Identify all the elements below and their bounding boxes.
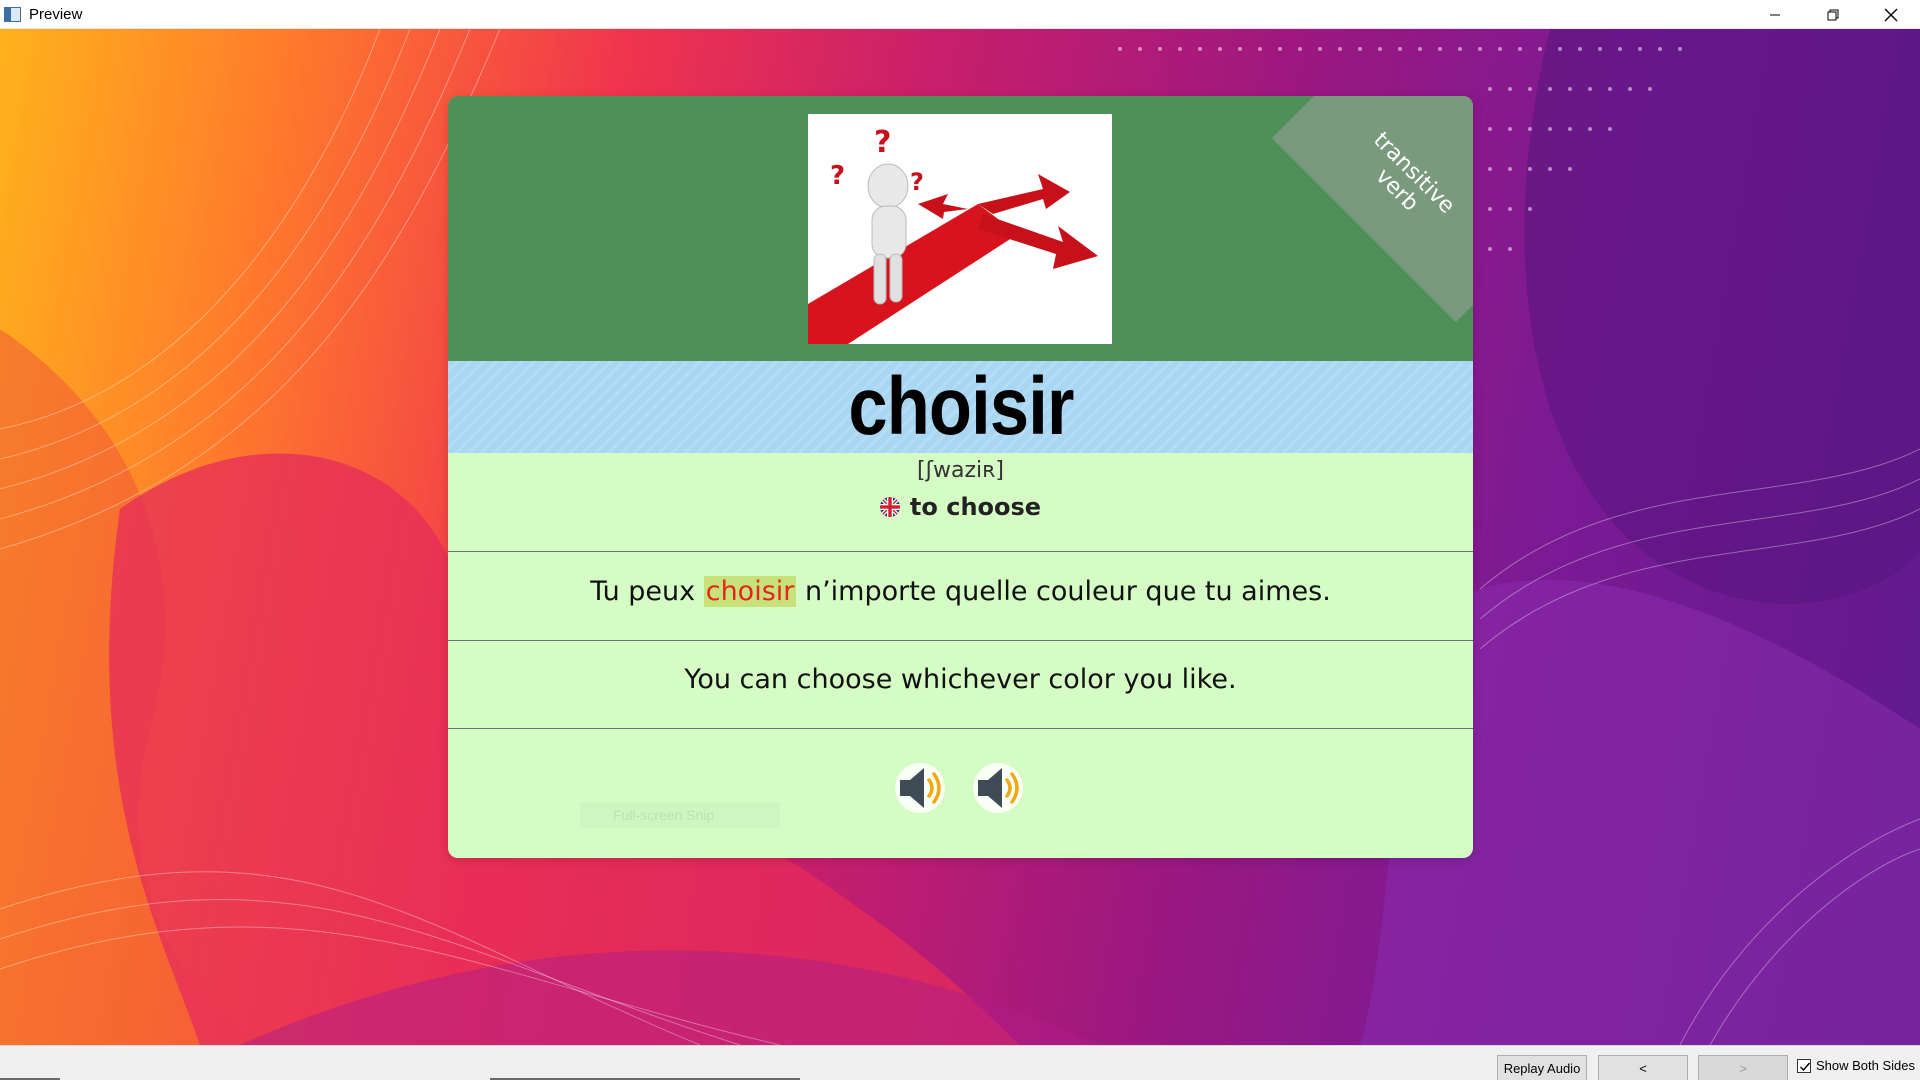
vocab-word: choisir <box>847 361 1074 452</box>
divider <box>448 551 1473 552</box>
translation-row: to choose <box>448 493 1473 521</box>
close-icon <box>1884 8 1898 21</box>
sentence-fr-highlight: choisir <box>703 576 797 607</box>
svg-text:?: ? <box>874 125 891 160</box>
next-button[interactable]: > <box>1698 1055 1788 1080</box>
word-illustration: ? ? ? <box>808 114 1112 344</box>
card-image-band: ? ? ? transitive verb <box>448 96 1473 361</box>
minimize-button[interactable] <box>1746 0 1804 29</box>
title-bar: Preview <box>0 0 1920 29</box>
preview-stage: ? ? ? transitive verb choisir [ʃwaziʀ] t… <box>0 29 1920 1045</box>
example-sentence-french: Tu peux choisir n’importe quelle couleur… <box>448 576 1473 607</box>
window-title: Preview <box>29 5 83 23</box>
play-sentence-audio-button[interactable] <box>972 760 1028 816</box>
sentence-fr-after: n’importe quelle couleur que tu aimes. <box>796 576 1331 607</box>
restore-button[interactable] <box>1804 0 1862 29</box>
previous-button[interactable]: < <box>1598 1055 1688 1080</box>
translation: to choose <box>909 493 1042 521</box>
sentence-fr-before: Tu peux <box>590 576 704 607</box>
show-both-sides-checkbox[interactable] <box>1797 1058 1811 1073</box>
show-both-sides-label: Show Both Sides <box>1816 1058 1916 1073</box>
show-both-sides-toggle[interactable]: Show Both Sides <box>1797 1058 1915 1073</box>
close-button[interactable] <box>1862 0 1920 29</box>
window-controls <box>1746 0 1920 29</box>
speaker-icon <box>894 763 945 813</box>
divider <box>448 728 1473 729</box>
example-sentence-english: You can choose whichever color you like. <box>684 664 1237 695</box>
word-band: choisir <box>448 361 1473 453</box>
minimize-icon <box>1770 14 1780 15</box>
speaker-icon <box>972 763 1023 813</box>
flashcard: ? ? ? transitive verb choisir [ʃwaziʀ] t… <box>448 96 1473 858</box>
app-icon <box>4 6 21 22</box>
svg-text:?: ? <box>830 161 845 191</box>
audio-buttons <box>448 760 1473 816</box>
svg-text:?: ? <box>910 168 924 196</box>
checkmark-icon <box>1800 1062 1811 1071</box>
bottom-toolbar: Replay Audio < > Show Both Sides <box>0 1045 1920 1080</box>
pronunciation: [ʃwaziʀ] <box>917 458 1004 483</box>
restore-icon <box>1827 9 1839 20</box>
play-word-audio-button[interactable] <box>894 760 950 816</box>
divider <box>448 640 1473 641</box>
choice-arrows-image: ? ? ? <box>808 125 1098 344</box>
replay-audio-button[interactable]: Replay Audio <box>1497 1055 1587 1080</box>
uk-flag-icon <box>879 497 900 517</box>
